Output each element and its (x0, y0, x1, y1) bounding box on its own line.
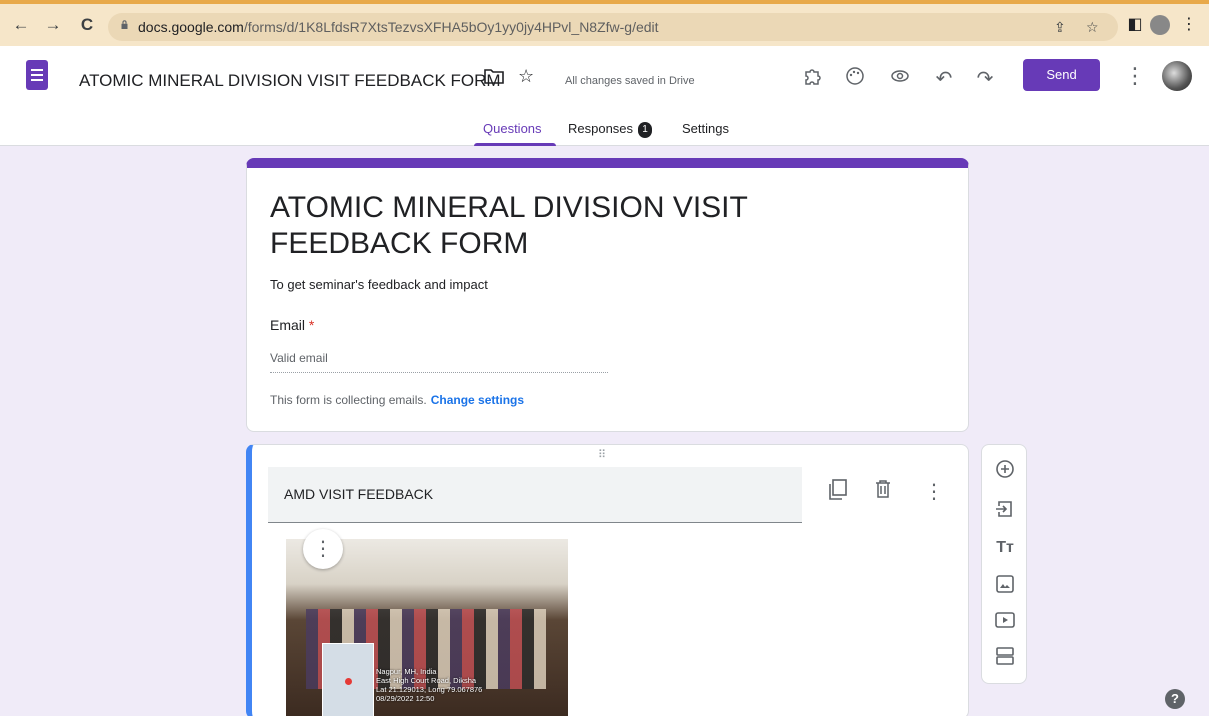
active-tab-indicator (474, 143, 556, 146)
section-title-field[interactable]: AMD VISIT FEEDBACK (268, 467, 802, 523)
delete-trash-icon[interactable] (874, 479, 892, 504)
send-button[interactable]: Send (1023, 59, 1100, 91)
share-icon[interactable]: ⇪ (1054, 19, 1066, 36)
chrome-menu-icon[interactable]: ⋮ (1178, 14, 1200, 36)
palette-icon[interactable] (842, 66, 868, 92)
address-bar[interactable]: docs.google.com/forms/d/1K8LfdsR7XtsTezv… (108, 13, 1118, 41)
tab-questions[interactable]: Questions (483, 121, 542, 136)
url-text: docs.google.com/forms/d/1K8LfdsR7XtsTezv… (138, 19, 659, 35)
drag-handle-icon[interactable]: ⠿ (598, 448, 607, 461)
bookmark-star-icon[interactable]: ☆ (1086, 19, 1099, 36)
side-panel-icon[interactable]: ◧ (1124, 14, 1146, 36)
gps-map-thumbnail (322, 643, 374, 716)
redo-icon[interactable]: ↷ (972, 66, 998, 92)
forward-icon[interactable]: → (42, 14, 64, 36)
tab-responses-label: Responses (568, 121, 634, 136)
folder-icon[interactable] (484, 68, 504, 89)
addons-icon[interactable] (800, 66, 826, 92)
help-icon[interactable]: ? (1165, 689, 1185, 709)
duplicate-icon[interactable] (828, 479, 848, 506)
star-icon[interactable]: ☆ (518, 66, 534, 87)
email-label: Email * (270, 317, 315, 333)
photo-geotag-caption: Nagpur, MH, India East High Court Road, … (376, 667, 483, 703)
google-forms-logo[interactable] (26, 60, 48, 90)
tab-settings[interactable]: Settings (682, 121, 729, 136)
section-more-icon[interactable]: ⋮ (924, 479, 944, 504)
add-question-icon[interactable] (994, 459, 1016, 481)
map-pin-icon (345, 678, 352, 685)
document-title[interactable]: ATOMIC MINERAL DIVISION VISIT FEEDBACK F… (79, 71, 501, 91)
image-options-button[interactable]: ⋮ (303, 529, 343, 569)
add-title-text-icon[interactable]: Tт (994, 537, 1016, 559)
floating-toolbar: Tт (981, 444, 1027, 684)
more-options-icon[interactable]: ⋮ (1124, 63, 1146, 89)
forms-header: ATOMIC MINERAL DIVISION VISIT FEEDBACK F… (0, 46, 1209, 146)
save-status: All changes saved in Drive (565, 75, 695, 87)
tab-responses[interactable]: Responses 1 (568, 121, 653, 138)
collect-emails-notice: This form is collecting emails. Change se… (270, 393, 525, 407)
lock-icon (121, 20, 128, 29)
email-field: Valid email (270, 351, 608, 373)
undo-icon[interactable]: ↶ (931, 66, 957, 92)
section-card[interactable]: ⠿ AMD VISIT FEEDBACK ⋮ Nagpur, MH, India… (246, 444, 969, 716)
browser-toolbar: ← → C docs.google.com/forms/d/1K8LfdsR7X… (0, 0, 1209, 46)
back-icon[interactable]: ← (10, 14, 32, 36)
profile-avatar[interactable] (1150, 15, 1170, 35)
import-questions-icon[interactable] (994, 499, 1016, 521)
reload-icon[interactable]: C (76, 14, 98, 36)
required-asterisk: * (308, 317, 315, 333)
add-image-icon[interactable] (994, 575, 1016, 597)
form-title[interactable]: ATOMIC MINERAL DIVISION VISIT FEEDBACK F… (270, 190, 910, 262)
add-video-icon[interactable] (994, 611, 1016, 633)
preview-eye-icon[interactable] (887, 66, 913, 92)
form-title-card[interactable]: ATOMIC MINERAL DIVISION VISIT FEEDBACK F… (246, 158, 969, 432)
account-avatar[interactable] (1162, 61, 1192, 91)
add-section-icon[interactable] (994, 647, 1016, 669)
form-description[interactable]: To get seminar's feedback and impact (270, 277, 488, 292)
change-settings-link[interactable]: Change settings (431, 393, 524, 407)
form-tabs: Questions Responses 1 Settings (0, 121, 1209, 146)
responses-count-badge: 1 (638, 122, 653, 138)
